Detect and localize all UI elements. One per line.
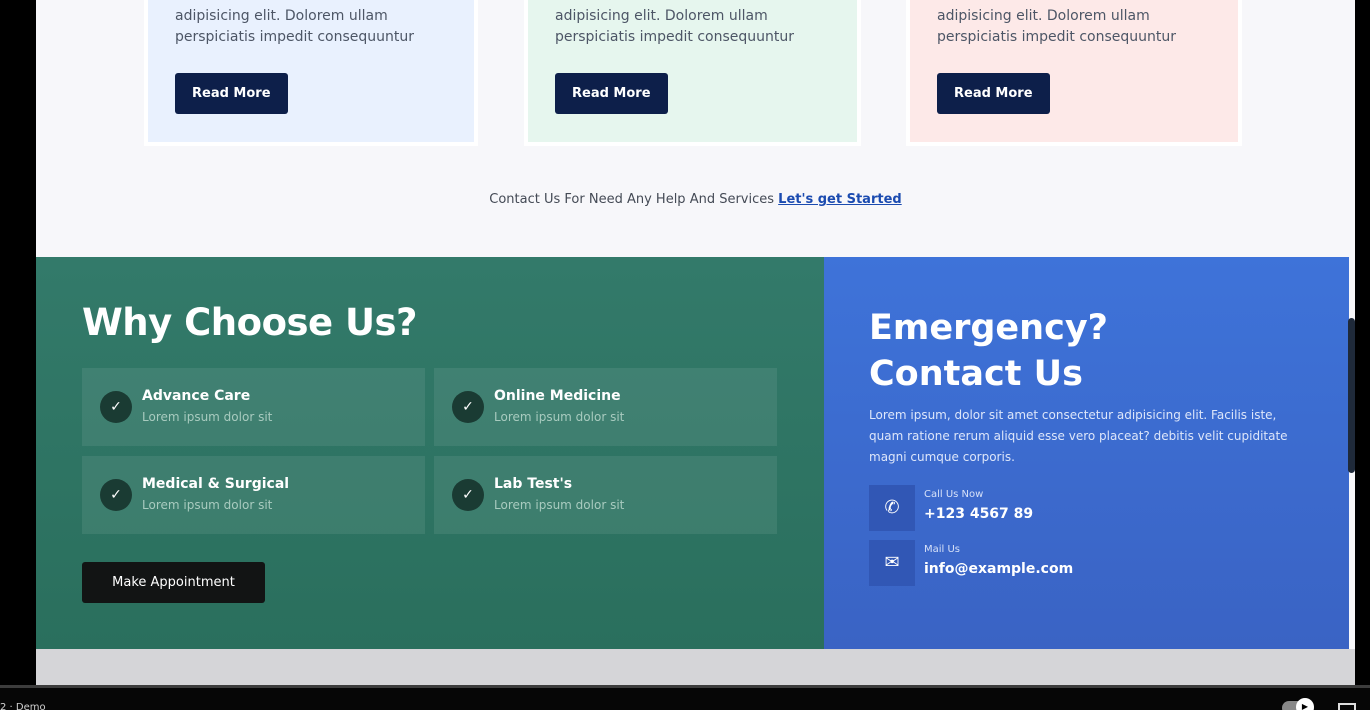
feature-subtitle: Lorem ipsum dolor sit [142,498,273,512]
why-title: Why Choose Us? [82,301,418,344]
next-section-strip [36,649,1355,685]
check-icon: ✓ [100,479,132,511]
check-icon: ✓ [452,479,484,511]
web-page: adipisicing elit. Dolorem ullam perspici… [36,0,1355,685]
phone-number[interactable]: +123 4567 89 [924,506,1033,522]
mail-address[interactable]: info@example.com [924,561,1073,577]
mail-contact[interactable]: ✉ Mail Us info@example.com [869,540,1169,586]
emergency-contact-section: Emergency? Contact Us Lorem ipsum, dolor… [824,257,1349,649]
video-player-bar: 2 · Demo ▶ [0,685,1370,710]
check-icon: ✓ [100,391,132,423]
service-card: adipisicing elit. Dolorem ullam perspici… [906,0,1242,146]
get-started-link[interactable]: Let's get Started [778,192,902,207]
feature-item: ✓ Medical & Surgical Lorem ipsum dolor s… [82,456,425,534]
check-icon: ✓ [452,391,484,423]
phone-label: Call Us Now [924,489,984,500]
chapter-breadcrumb[interactable]: 2 · Demo [0,702,46,710]
feature-item: ✓ Advance Care Lorem ipsum dolor sit [82,368,425,446]
read-more-button[interactable]: Read More [937,73,1050,114]
emergency-text: Lorem ipsum, dolor sit amet consectetur … [869,408,1288,464]
feature-title: Online Medicine [494,388,621,404]
contact-help-line: Contact Us For Need Any Help And Service… [36,192,1355,207]
phone-contact[interactable]: ✆ Call Us Now +123 4567 89 [869,485,1169,531]
card-text: adipisicing elit. Dolorem ullam perspici… [175,8,415,45]
feature-title: Advance Care [142,388,251,404]
why-choose-us-section: Why Choose Us? ✓ Advance Care Lorem ipsu… [36,257,824,649]
play-icon[interactable]: ▶ [1296,698,1314,710]
page-scrollbar[interactable] [1348,318,1355,473]
feature-subtitle: Lorem ipsum dolor sit [494,410,625,424]
service-card: adipisicing elit. Dolorem ullam perspici… [144,0,478,146]
feature-item: ✓ Online Medicine Lorem ipsum dolor sit [434,368,777,446]
feature-subtitle: Lorem ipsum dolor sit [494,498,625,512]
emergency-title-line2: Contact Us [869,354,1083,394]
card-text: adipisicing elit. Dolorem ullam perspici… [555,8,795,45]
video-progress-bar[interactable] [0,685,1370,688]
read-more-button[interactable]: Read More [175,73,288,114]
emergency-title: Emergency? Contact Us [869,305,1169,397]
card-text: adipisicing elit. Dolorem ullam perspici… [937,8,1177,45]
mail-icon: ✉ [869,540,915,586]
read-more-button[interactable]: Read More [555,73,668,114]
emergency-title-line1: Emergency? [869,308,1108,348]
phone-icon: ✆ [869,485,915,531]
mail-label: Mail Us [924,544,961,555]
make-appointment-button[interactable]: Make Appointment [82,562,265,603]
feature-subtitle: Lorem ipsum dolor sit [142,410,273,424]
contact-help-text: Contact Us For Need Any Help And Service… [489,192,775,207]
feature-title: Lab Test's [494,476,573,492]
feature-title: Medical & Surgical [142,476,290,492]
feature-item: ✓ Lab Test's Lorem ipsum dolor sit [434,456,777,534]
service-card: adipisicing elit. Dolorem ullam perspici… [524,0,861,146]
theater-mode-icon[interactable] [1338,703,1356,710]
